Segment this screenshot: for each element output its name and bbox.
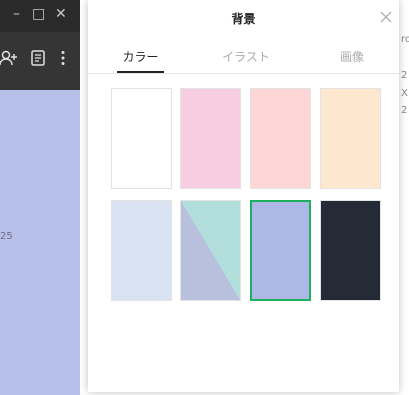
close-window-icon[interactable]: ✕ bbox=[55, 7, 67, 21]
edge-text-fragment: 2 bbox=[401, 70, 408, 81]
maximize-icon[interactable]: □ bbox=[32, 7, 45, 21]
background-titlebar: – □ ✕ bbox=[0, 0, 80, 32]
swatch-periwinkle[interactable] bbox=[250, 200, 311, 301]
tab-image[interactable]: 画像 bbox=[336, 48, 368, 65]
tab-bar: カラー イラスト 画像 bbox=[88, 44, 399, 74]
background-toolbar bbox=[0, 32, 80, 90]
swatch-dark[interactable] bbox=[320, 200, 381, 301]
edge-text-fragment: X bbox=[401, 88, 408, 99]
active-tab-indicator bbox=[117, 71, 164, 73]
background-app-window: – □ ✕ 25 bbox=[0, 0, 80, 395]
swatch-light-blue[interactable] bbox=[111, 200, 172, 301]
background-right-edge bbox=[399, 0, 409, 395]
swatch-peach[interactable] bbox=[320, 88, 381, 189]
swatch-salmon[interactable] bbox=[250, 88, 311, 189]
close-icon[interactable] bbox=[379, 11, 393, 25]
background-dialog: 背景 カラー イラスト 画像 bbox=[88, 0, 399, 392]
notes-icon[interactable] bbox=[31, 50, 45, 69]
tab-color[interactable]: カラー bbox=[117, 48, 164, 65]
background-text-fragment: 25 bbox=[0, 231, 13, 242]
add-friend-icon[interactable] bbox=[0, 50, 18, 69]
dialog-title: 背景 bbox=[231, 12, 256, 26]
edge-text-fragment: ro bbox=[401, 34, 409, 45]
swatch-teal-lavender[interactable] bbox=[180, 200, 241, 301]
minimize-icon[interactable]: – bbox=[13, 7, 20, 21]
edge-text-fragment: 2 bbox=[401, 105, 408, 116]
more-menu-icon[interactable] bbox=[60, 50, 66, 69]
tab-illustration[interactable]: イラスト bbox=[218, 48, 274, 65]
swatch-pink[interactable] bbox=[180, 88, 241, 189]
swatch-white[interactable] bbox=[111, 88, 172, 189]
